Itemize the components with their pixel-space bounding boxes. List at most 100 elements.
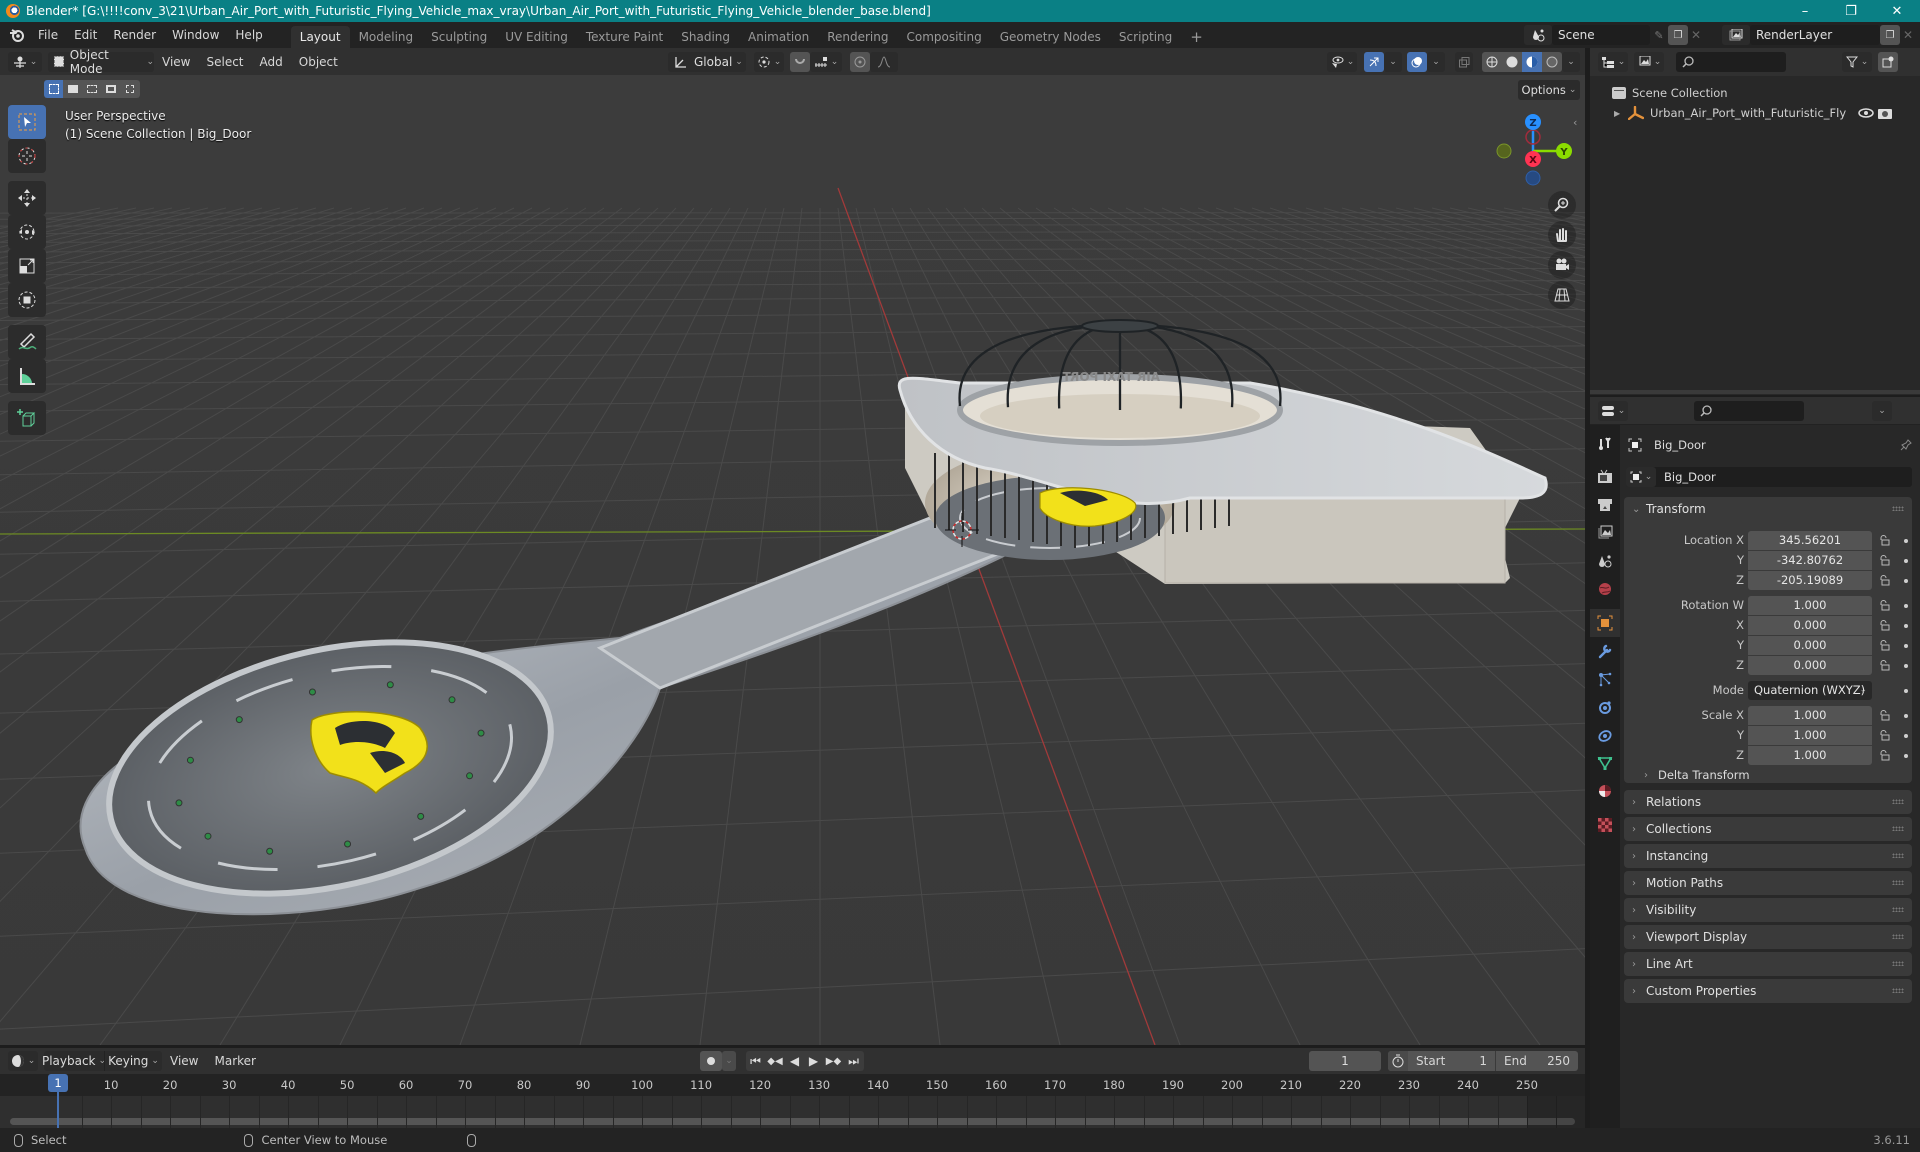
tab-sculpting[interactable]: Sculpting [422,26,496,48]
preview-range-toggle[interactable] [1388,1051,1408,1071]
next-keyframe-button[interactable]: ▶◆ [823,1051,844,1071]
keying-menu[interactable]: Keying ⌄ [104,1051,162,1071]
tool-annotate[interactable] [8,325,46,359]
options-button[interactable]: Options ⌄ [1518,80,1580,100]
lock-icon[interactable] [1879,535,1890,546]
keyframe-dot-icon[interactable] [1904,734,1908,738]
panel-relations[interactable]: › Relations [1624,790,1912,814]
start-frame-field[interactable]: Start 1 [1408,1051,1496,1071]
view-layer-name-field[interactable]: RenderLayer [1750,25,1880,45]
datablock-name-input[interactable]: Big_Door [1656,467,1716,487]
menu-window[interactable]: Window [164,22,227,48]
xray-toggle[interactable] [1455,52,1473,72]
camera-render-icon[interactable] [1878,107,1892,119]
scene-name-field[interactable]: Scene [1552,25,1650,45]
rotation-x-field[interactable]: 0.000 [1748,616,1872,635]
tab-animation[interactable]: Animation [739,26,818,48]
minimize-button[interactable]: – [1782,0,1828,22]
proportional-edit-toggle[interactable] [850,52,870,72]
outliner-scrollbar[interactable] [1590,390,1920,394]
remove-view-layer-icon[interactable]: ✕ [1900,28,1916,42]
close-button[interactable]: ✕ [1874,0,1920,22]
visibility-selector[interactable]: ⌄ [1327,52,1357,72]
tab-object[interactable] [1590,609,1620,637]
lock-icon[interactable] [1879,555,1890,566]
neg-y-axis-handle[interactable] [1496,143,1512,159]
tab-texture-paint[interactable]: Texture Paint [577,26,672,48]
prev-keyframe-button[interactable]: ◆◀ [765,1051,785,1071]
play-button[interactable]: ▶ [804,1051,823,1071]
remove-scene-icon[interactable]: ✕ [1688,28,1704,42]
timeline-scrollbar[interactable] [10,1118,1575,1125]
tab-constraints[interactable] [1590,721,1620,749]
properties-editor-type[interactable]: ⌄ [1598,400,1628,421]
tool-add-cube[interactable] [8,401,46,435]
keyframe-dot-icon[interactable] [1904,539,1908,543]
tool-rotate[interactable] [8,215,46,249]
panel-collections[interactable]: › Collections [1624,817,1912,841]
keyframe-dot-icon[interactable] [1904,559,1908,563]
scale-y-field[interactable]: 1.000 [1748,726,1872,745]
tool-measure[interactable] [8,359,46,393]
timeline-menu-view[interactable]: View [162,1048,206,1074]
object-browse-button[interactable]: ⌄ [1626,467,1656,487]
tool-cursor[interactable] [8,139,46,173]
shading-solid[interactable] [1502,52,1522,72]
lock-icon[interactable] [1879,710,1890,721]
keyframe-dot-icon[interactable] [1904,754,1908,758]
keyframe-dot-icon[interactable] [1904,689,1908,693]
rotation-w-field[interactable]: 1.000 [1748,596,1872,615]
current-frame-field[interactable]: 1 [1309,1051,1381,1071]
tab-render[interactable] [1590,463,1620,491]
panel-instancing[interactable]: › Instancing [1624,844,1912,868]
transform-orientation-selector[interactable]: Global ⌄ [668,52,746,72]
pan-view-button[interactable] [1548,221,1576,249]
tab-physics[interactable] [1590,693,1620,721]
auto-keying-dropdown[interactable]: ⌄ [722,1051,736,1071]
panel-line-art[interactable]: › Line Art [1624,952,1912,976]
shading-rendered[interactable] [1542,52,1562,72]
outliner-search-input[interactable] [1676,52,1786,72]
shading-wireframe[interactable] [1482,52,1502,72]
tab-shading[interactable]: Shading [672,26,739,48]
location-x-field[interactable]: 345.56201 [1748,531,1872,550]
menu-render[interactable]: Render [105,22,164,48]
viewport-menu-object[interactable]: Object [291,49,346,75]
area-divider[interactable] [1585,1048,1590,1128]
panel-grip-icon[interactable] [1892,826,1904,831]
shading-material-preview[interactable] [1522,52,1542,72]
keyframe-dot-icon[interactable] [1904,604,1908,608]
rotation-mode-select[interactable]: Quaternion (WXYZ) ⌄ [1748,681,1872,700]
delta-transform-subpanel[interactable]: › Delta Transform [1644,767,1750,783]
viewport-menu-add[interactable]: Add [252,49,291,75]
camera-view-button[interactable] [1548,251,1576,279]
overlays-dropdown[interactable]: ⌄ [1427,52,1445,72]
pivot-point-button[interactable]: ⌄ [754,52,784,72]
lock-icon[interactable] [1879,750,1890,761]
pin-icon[interactable] [1900,439,1912,451]
lock-icon[interactable] [1879,575,1890,586]
3d-viewport[interactable]: AIR TAXI PORT ⌄ Object Mode ⌄ View Selec… [0,48,1585,1045]
timeline-ruler[interactable]: 10 20 30 40 50 60 70 80 90 100 110 120 130 140 150 160 1… [0,1074,1585,1096]
new-scene-icon[interactable]: ❐ [1668,25,1688,45]
object-datablock-field[interactable]: ⌄ Big_Door [1626,467,1912,487]
playhead-frame-indicator[interactable]: 1 [48,1074,68,1092]
tool-select-box[interactable] [8,105,46,139]
tab-rendering[interactable]: Rendering [818,26,897,48]
lock-icon[interactable] [1879,620,1890,631]
ortho-toggle-button[interactable] [1548,281,1576,309]
jump-to-end-button[interactable]: ⏭ [844,1051,863,1071]
panel-grip-icon[interactable] [1892,961,1904,966]
viewport-menu-select[interactable]: Select [198,49,251,75]
tab-tool[interactable] [1590,429,1620,457]
transform-panel-header[interactable]: ⌄ Transform [1624,497,1912,521]
shading-dropdown[interactable]: ⌄ [1562,52,1580,72]
playback-menu[interactable]: Playback ⌄ [42,1051,106,1071]
panel-grip-icon[interactable] [1892,934,1904,939]
snap-target-button[interactable]: ⌄ [810,52,842,72]
falloff-button[interactable] [870,52,898,72]
play-reverse-button[interactable]: ◀ [785,1051,804,1071]
tool-transform[interactable] [8,283,46,317]
tab-compositing[interactable]: Compositing [897,26,990,48]
scale-z-field[interactable]: 1.000 [1748,746,1872,765]
